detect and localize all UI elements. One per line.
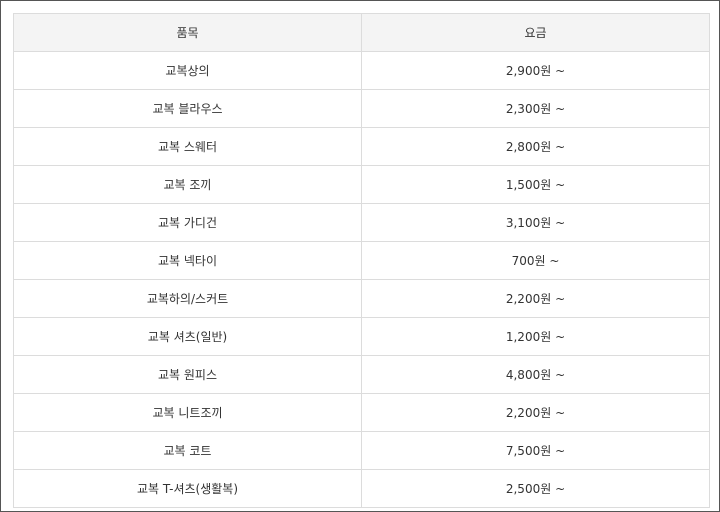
item-cell: 교복 코트 xyxy=(13,431,362,470)
item-cell: 교복 원피스 xyxy=(13,355,362,394)
table-row: 교복 원피스 4,800원 ~ xyxy=(13,355,710,394)
table-row: 교복 셔츠(일반) 1,200원 ~ xyxy=(13,317,710,356)
table-row: 교복 블라우스 2,300원 ~ xyxy=(13,89,710,128)
price-cell: 2,800원 ~ xyxy=(361,127,710,166)
item-cell: 교복하의/스커트 xyxy=(13,279,362,318)
table-row: 교복 가디건 3,100원 ~ xyxy=(13,203,710,242)
table-row: 교복 코트 7,500원 ~ xyxy=(13,431,710,470)
price-cell: 7,500원 ~ xyxy=(361,431,710,470)
screenshot-frame: 품목 요금 교복상의 2,900원 ~ 교복 블라우스 2,300원 ~ 교복 … xyxy=(0,0,720,512)
price-cell: 3,100원 ~ xyxy=(361,203,710,242)
header-item: 품목 xyxy=(13,13,362,52)
price-cell: 2,200원 ~ xyxy=(361,393,710,432)
table-row: 교복 니트조끼 2,200원 ~ xyxy=(13,393,710,432)
price-cell: 2,500원 ~ xyxy=(361,469,710,508)
price-table: 품목 요금 교복상의 2,900원 ~ 교복 블라우스 2,300원 ~ 교복 … xyxy=(13,13,710,508)
price-cell: 2,300원 ~ xyxy=(361,89,710,128)
price-cell: 4,800원 ~ xyxy=(361,355,710,394)
header-price: 요금 xyxy=(361,13,710,52)
item-cell: 교복 T-셔츠(생활복) xyxy=(13,469,362,508)
item-cell: 교복 니트조끼 xyxy=(13,393,362,432)
table-row: 교복하의/스커트 2,200원 ~ xyxy=(13,279,710,318)
table-row: 교복 T-셔츠(생활복) 2,500원 ~ xyxy=(13,469,710,508)
item-cell: 교복 조끼 xyxy=(13,165,362,204)
item-cell: 교복 넥타이 xyxy=(13,241,362,280)
table-row: 교복 넥타이 700원 ~ xyxy=(13,241,710,280)
item-cell: 교복 블라우스 xyxy=(13,89,362,128)
price-cell: 1,500원 ~ xyxy=(361,165,710,204)
item-cell: 교복상의 xyxy=(13,51,362,90)
item-cell: 교복 스웨터 xyxy=(13,127,362,166)
price-cell: 2,900원 ~ xyxy=(361,51,710,90)
price-cell: 700원 ~ xyxy=(361,241,710,280)
price-cell: 1,200원 ~ xyxy=(361,317,710,356)
item-cell: 교복 가디건 xyxy=(13,203,362,242)
table-header-row: 품목 요금 xyxy=(13,13,710,52)
table-row: 교복상의 2,900원 ~ xyxy=(13,51,710,90)
table-row: 교복 조끼 1,500원 ~ xyxy=(13,165,710,204)
price-cell: 2,200원 ~ xyxy=(361,279,710,318)
table-row: 교복 스웨터 2,800원 ~ xyxy=(13,127,710,166)
item-cell: 교복 셔츠(일반) xyxy=(13,317,362,356)
